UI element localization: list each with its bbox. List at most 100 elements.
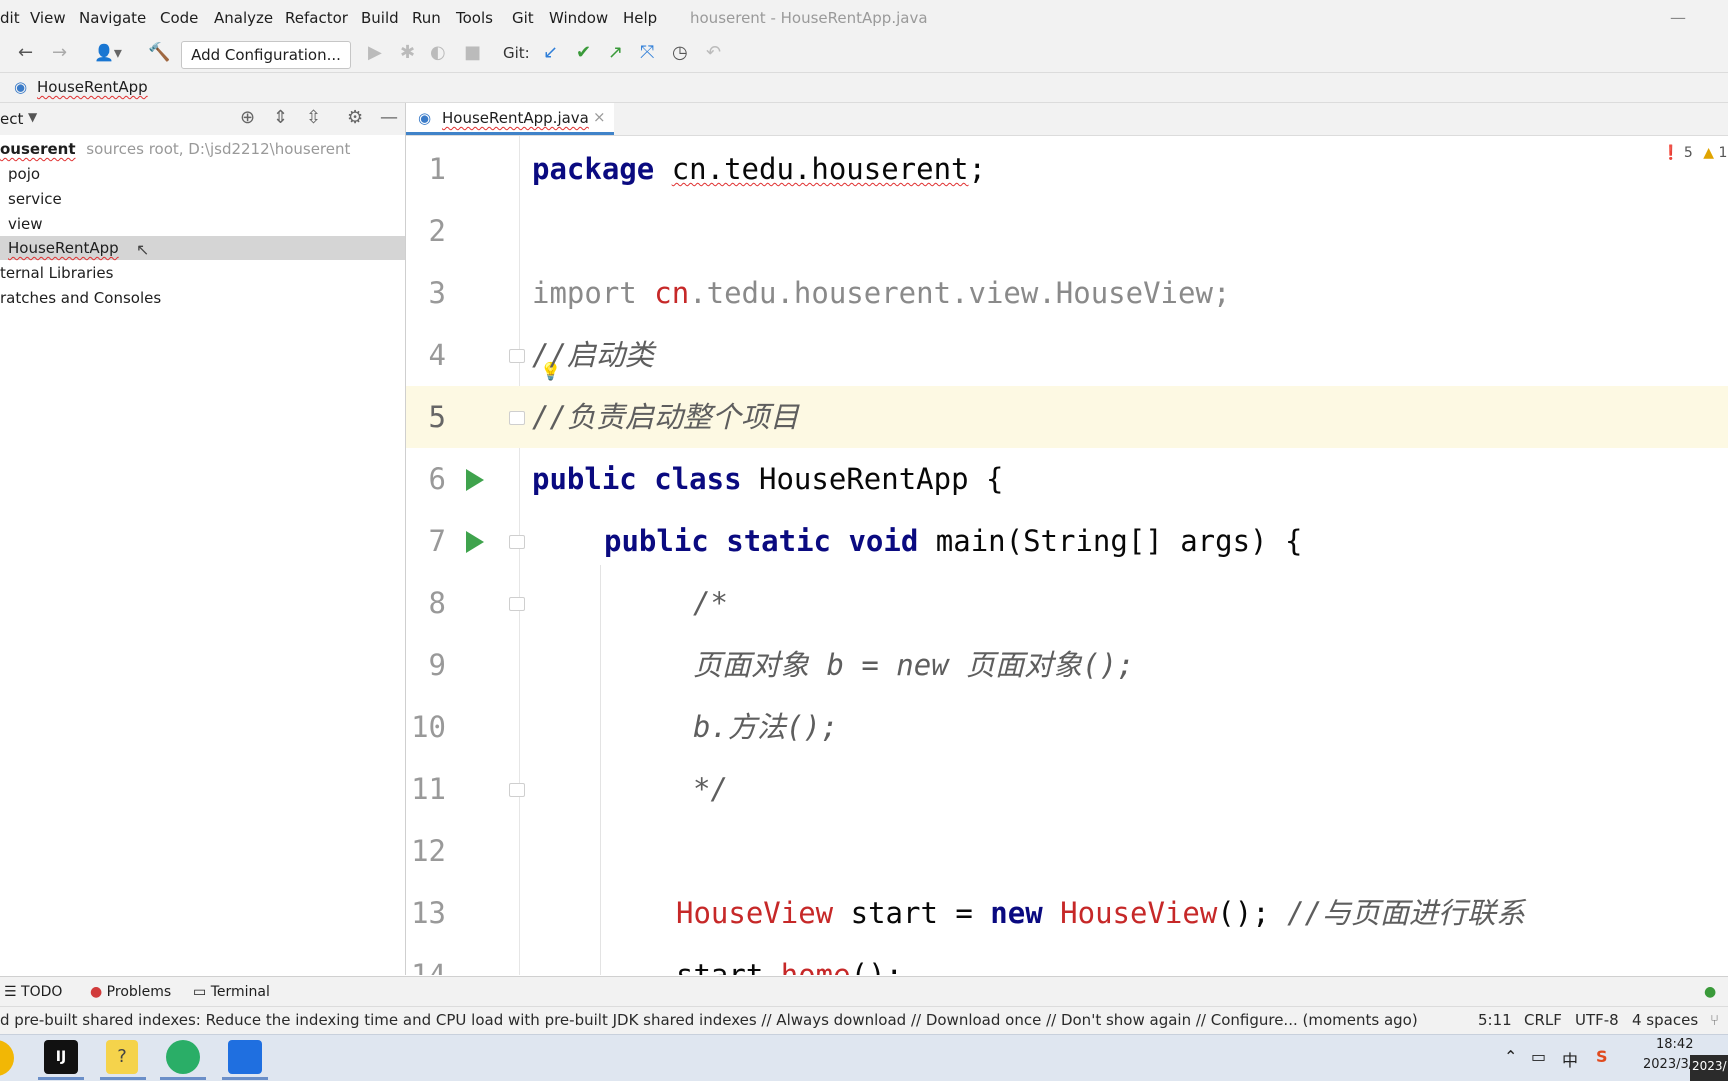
menu-edit[interactable]: dit [0, 9, 20, 27]
git-push-icon[interactable]: ↗ [608, 43, 623, 63]
unresolved-type: HouseView [676, 896, 834, 930]
breadcrumb-file[interactable]: HouseRentApp [37, 78, 148, 96]
git-branch-icon[interactable]: ⑂ [1710, 1011, 1719, 1029]
code-line-9: 页面对象 b = new 页面对象(); [693, 634, 1135, 696]
wechat-icon[interactable] [166, 1040, 200, 1074]
input-method-icon[interactable]: S [1596, 1047, 1608, 1066]
comment: b.方法(); [693, 710, 839, 744]
expand-all-icon[interactable]: ⇕ [273, 107, 288, 128]
clock-time[interactable]: 18:42 [1656, 1037, 1693, 1052]
menu-git[interactable]: Git [512, 9, 534, 27]
rollback-icon[interactable]: ↶ [706, 43, 721, 63]
menu-build[interactable]: Build [361, 9, 399, 27]
gear-icon[interactable]: ⚙ [347, 107, 363, 128]
menu-help[interactable]: Help [623, 9, 657, 27]
unresolved-method: home [780, 958, 851, 975]
close-icon[interactable]: × [593, 108, 606, 126]
back-icon[interactable]: ← [18, 43, 33, 63]
todo-button[interactable]: ☰ TODO [4, 984, 62, 1000]
code-text: start. [676, 958, 781, 975]
menu-window[interactable]: Window [549, 9, 608, 27]
history-icon[interactable]: ◷ [672, 43, 688, 63]
coverage-icon[interactable]: ◐ [430, 43, 446, 63]
status-message[interactable]: d pre-built shared indexes: Reduce the i… [0, 1011, 1418, 1029]
forward-icon[interactable]: → [52, 43, 67, 63]
error-icon: ❗ [1662, 145, 1680, 161]
keyword: class [654, 462, 742, 496]
git-merge-icon[interactable]: ⤧ [640, 43, 654, 63]
fold-marker-icon[interactable] [509, 349, 525, 363]
tree-item-label: view [8, 215, 43, 233]
debug-icon[interactable]: ✱ [400, 43, 415, 63]
run-class-icon[interactable] [466, 469, 484, 491]
git-update-icon[interactable]: ↙ [543, 43, 558, 63]
network-icon[interactable]: ▭ [1531, 1047, 1546, 1066]
notes-help-icon[interactable]: ? [106, 1040, 138, 1074]
tree-item-scratches[interactable]: ratches and Consoles [0, 286, 405, 310]
menu-tools[interactable]: Tools [456, 9, 493, 27]
chevron-up-icon[interactable]: ⌃ [1504, 1047, 1517, 1066]
tree-item-external-libraries[interactable]: ternal Libraries [0, 261, 405, 285]
tab-label: HouseRentApp.java [442, 109, 589, 127]
add-configuration-button[interactable]: Add Configuration... [181, 41, 351, 69]
stop-icon[interactable]: ■ [464, 43, 481, 63]
unresolved-type: HouseView [1060, 896, 1218, 930]
method-decl: main(String[] args) { [935, 524, 1303, 558]
terminal-button[interactable]: ▭ Terminal [193, 984, 270, 1000]
run-icon[interactable]: ▶ [368, 43, 382, 63]
problems-button[interactable]: ● Problems [90, 984, 171, 1000]
project-panel-title[interactable]: ect [0, 110, 23, 128]
line-number: 12 [411, 834, 446, 868]
tree-root[interactable]: ouserent sources root, D:\jsd2212\houser… [0, 137, 405, 161]
meeting-app-icon[interactable] [228, 1040, 262, 1074]
line-separator[interactable]: CRLF [1524, 1011, 1562, 1029]
file-encoding[interactable]: UTF-8 [1575, 1011, 1619, 1029]
tree-item-label: service [8, 190, 62, 208]
fold-marker-icon[interactable] [509, 535, 525, 549]
menu-view[interactable]: View [30, 9, 66, 27]
tree-item-service[interactable]: service [0, 187, 405, 211]
editor-tab-bar: ◉ HouseRentApp.java × [406, 103, 1728, 136]
menu-navigate[interactable]: Navigate [79, 9, 146, 27]
run-main-icon[interactable] [466, 531, 484, 553]
hide-panel-icon[interactable]: — [380, 107, 398, 128]
chrome-icon[interactable] [0, 1040, 14, 1076]
fold-marker-icon[interactable] [509, 597, 525, 611]
inspection-widget[interactable]: ❗ 5 ▲ 1 [1662, 145, 1727, 161]
fold-marker-icon[interactable] [509, 783, 525, 797]
clock-date[interactable]: 2023/3/ [1643, 1057, 1693, 1072]
tree-item-view[interactable]: view [0, 212, 405, 236]
minimize-icon[interactable]: — [1670, 8, 1686, 27]
comment: 页面对象 b = new 页面对象(); [693, 648, 1135, 682]
keyword: void [848, 524, 919, 558]
collapse-all-icon[interactable]: ⇳ [306, 107, 321, 128]
menu-run[interactable]: Run [412, 9, 441, 27]
semicolon: ; [968, 152, 986, 186]
line-number: 2 [428, 214, 446, 248]
line-number: 8 [428, 586, 446, 620]
user-icon[interactable]: 👤▾ [94, 43, 122, 63]
class-icon: ◉ [418, 109, 432, 127]
git-commit-icon[interactable]: ✔ [576, 43, 591, 63]
tree-item-houserentapp[interactable]: HouseRentApp ↖ [0, 236, 405, 260]
keyword: new [990, 896, 1043, 930]
caret-position[interactable]: 5:11 [1478, 1011, 1512, 1029]
fold-marker-icon[interactable] [509, 411, 525, 425]
menu-analyze[interactable]: Analyze [214, 9, 273, 27]
menu-code[interactable]: Code [160, 9, 198, 27]
intellij-idea-icon[interactable]: IJ [44, 1040, 78, 1074]
code-text: start = [850, 896, 991, 930]
event-log-icon[interactable]: ● [1704, 984, 1716, 1000]
line-number: 4 [428, 338, 446, 372]
locate-icon[interactable]: ⊕ [240, 107, 255, 128]
build-hammer-icon[interactable]: 🔨 [148, 43, 170, 63]
ime-indicator[interactable]: 中 [1562, 1047, 1578, 1071]
tab-houserentapp-java[interactable]: ◉ HouseRentApp.java × [406, 103, 614, 135]
error-icon: ● [90, 984, 103, 1000]
chevron-down-icon[interactable]: ▼ [28, 110, 37, 124]
comment: //启动类 [532, 338, 654, 372]
warning-count: 1 [1718, 145, 1728, 161]
indent-setting[interactable]: 4 spaces [1632, 1011, 1698, 1029]
menu-refactor[interactable]: Refactor [285, 9, 348, 27]
tree-item-pojo[interactable]: pojo [0, 162, 405, 186]
